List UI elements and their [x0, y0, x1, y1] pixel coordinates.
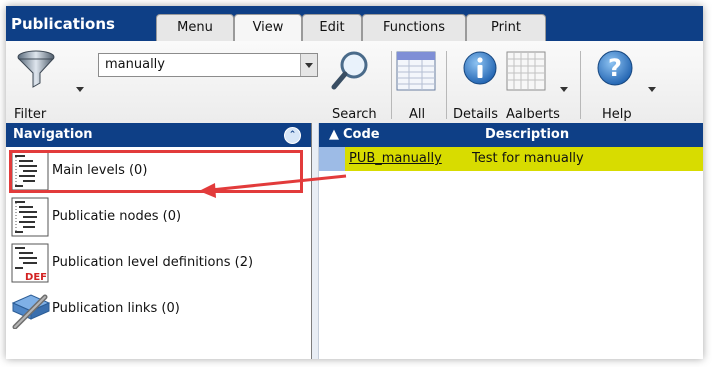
publications-window: Publications Menu View Edit Functions Pr… [6, 6, 703, 359]
annotation-arrow [199, 174, 347, 198]
